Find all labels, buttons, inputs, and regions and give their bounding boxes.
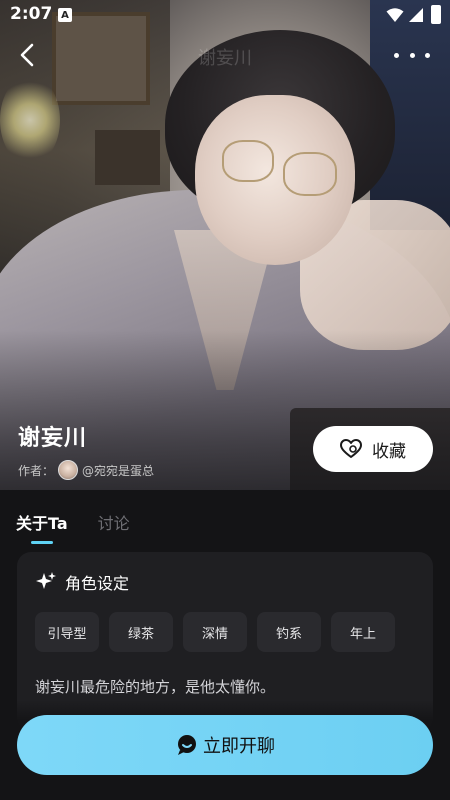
a-notification-icon: A xyxy=(58,8,72,22)
more-button[interactable] xyxy=(394,45,430,65)
nav-title: 谢妄川 xyxy=(198,48,252,69)
flower-lights xyxy=(0,75,60,165)
favorite-button[interactable]: 收藏 xyxy=(313,426,433,472)
tag-chip[interactable]: 年上 xyxy=(331,612,395,652)
battery-icon xyxy=(431,5,441,24)
author-name[interactable]: @宛宛是蛋总 xyxy=(82,462,154,479)
tab-about[interactable]: 关于Ta xyxy=(16,510,68,544)
role-card-header: 角色设定 xyxy=(35,570,129,594)
sparkle-icon xyxy=(35,571,57,593)
tag-chip[interactable]: 钓系 xyxy=(257,612,321,652)
tab-bar: 关于Ta 讨论 xyxy=(16,510,130,544)
more-dot xyxy=(425,52,430,58)
favorite-label: 收藏 xyxy=(372,441,406,461)
bookshelf xyxy=(95,130,160,185)
author-label: 作者： xyxy=(18,463,55,478)
author-avatar[interactable] xyxy=(58,460,79,480)
status-time: 2:07 xyxy=(10,4,53,24)
author-row[interactable]: 作者： @宛宛是蛋总 xyxy=(18,460,154,480)
tag-list: 引导型 绿茶 深情 钓系 年上 xyxy=(35,612,395,652)
tag-chip[interactable]: 深情 xyxy=(183,612,247,652)
character-hero-image xyxy=(0,0,450,490)
character-name: 谢妄川 xyxy=(18,426,88,451)
glasses-left-lens xyxy=(222,140,274,182)
tag-chip[interactable]: 绿茶 xyxy=(109,612,173,652)
wifi-icon xyxy=(386,8,404,22)
start-chat-button[interactable]: 立即开聊 xyxy=(17,715,433,775)
chat-bubble-icon xyxy=(175,733,199,757)
more-dot xyxy=(409,52,415,58)
content-panel: 关于Ta 讨论 角色设定 引导型 绿茶 深情 钓系 年上 谢妄川最危险的地方，是… xyxy=(0,490,450,800)
heart-icon xyxy=(340,439,362,459)
role-card-title: 角色设定 xyxy=(65,574,130,593)
glasses-right-lens xyxy=(283,152,337,196)
more-dot xyxy=(394,52,399,58)
signal-icon xyxy=(409,8,423,22)
status-bar: 2:07 A xyxy=(0,0,450,30)
role-description: 谢妄川最危险的地方，是他太懂你。 xyxy=(35,678,276,696)
tag-chip[interactable]: 引导型 xyxy=(35,612,99,652)
start-chat-label: 立即开聊 xyxy=(203,736,275,756)
tab-discussion[interactable]: 讨论 xyxy=(98,510,130,544)
